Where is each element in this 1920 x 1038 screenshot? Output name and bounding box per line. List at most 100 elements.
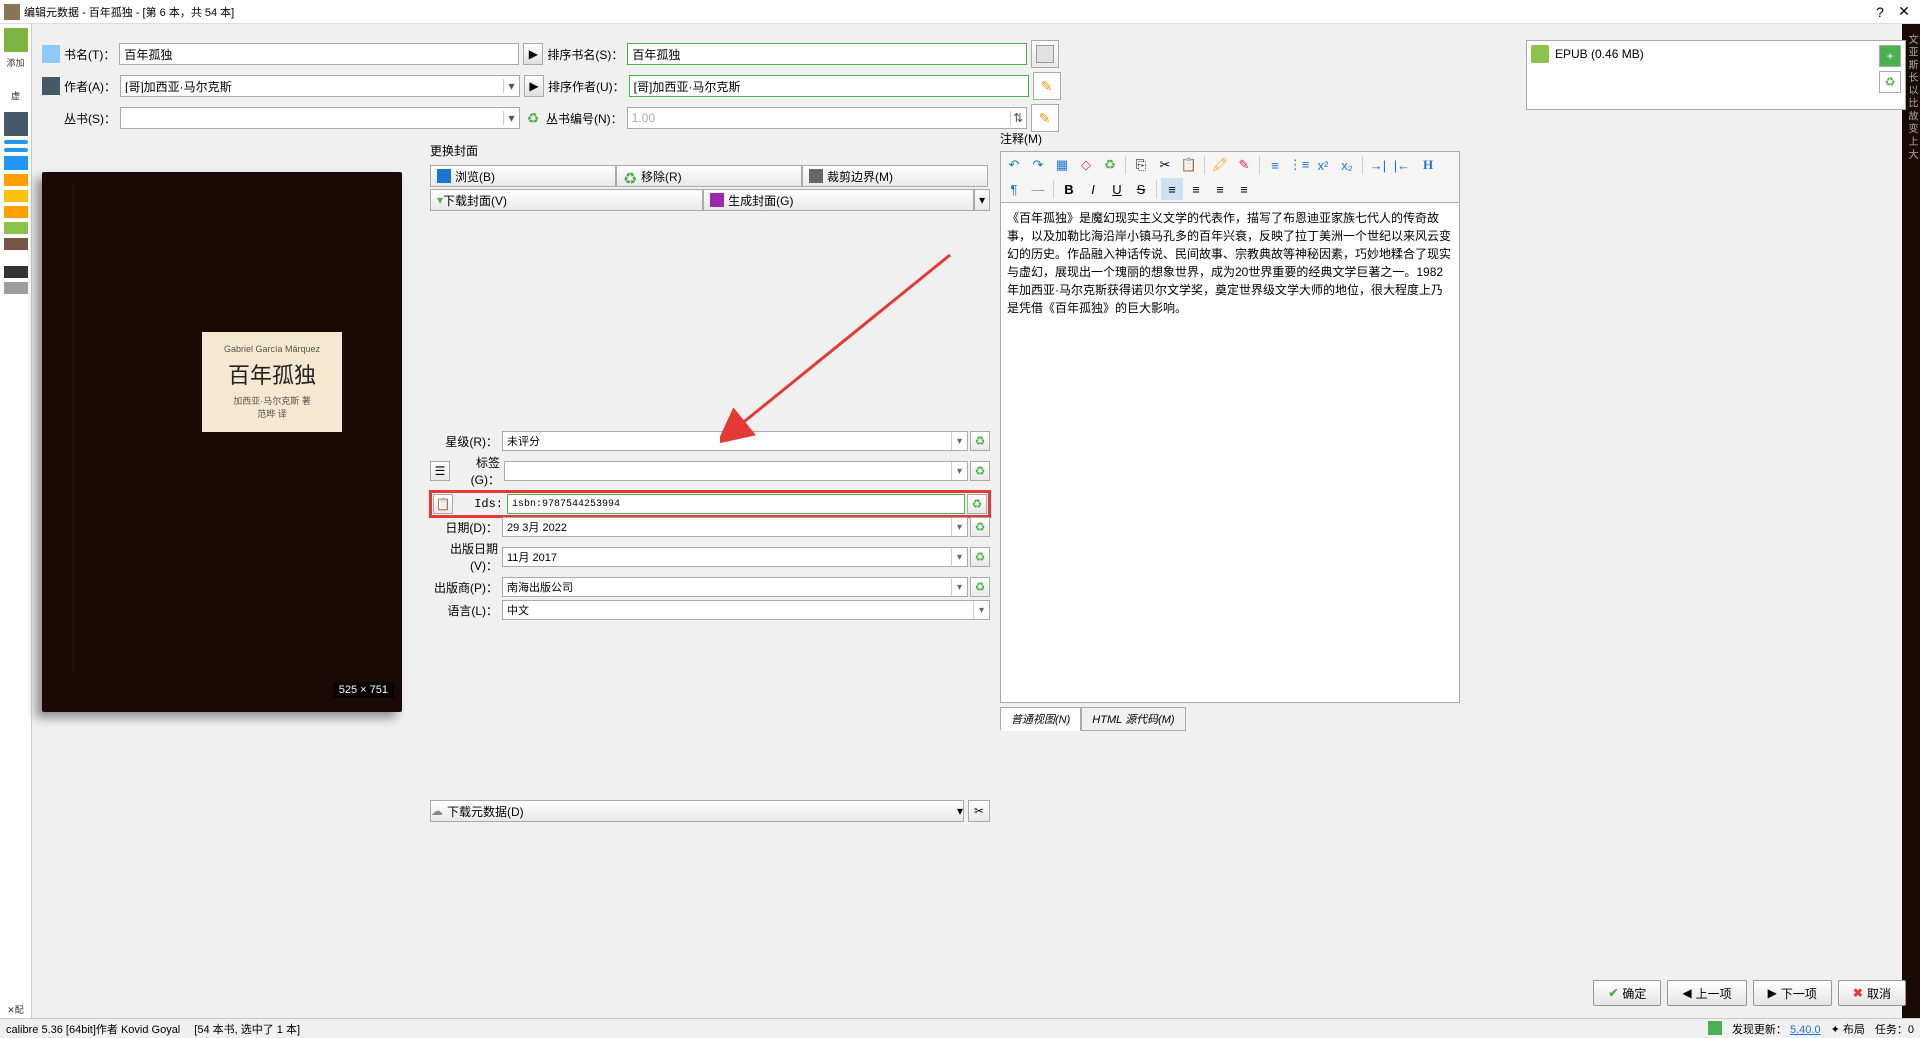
- sort-title-auto-button[interactable]: [1031, 40, 1059, 68]
- heading-icon[interactable]: H: [1417, 154, 1439, 176]
- rating-combo[interactable]: ▾: [502, 431, 968, 451]
- series-combo[interactable]: ▾: [120, 107, 520, 129]
- rating-clear[interactable]: ♻: [970, 431, 990, 451]
- bold-icon[interactable]: B: [1058, 178, 1080, 200]
- date-clear[interactable]: ♻: [970, 517, 990, 537]
- pubdate-combo[interactable]: ▾: [502, 547, 968, 567]
- download-config-button[interactable]: ✂: [968, 800, 990, 822]
- pubdate-dropdown[interactable]: ▾: [951, 548, 967, 566]
- ol-icon[interactable]: ≡: [1264, 154, 1286, 176]
- remove-format-button[interactable]: ♻: [1879, 71, 1901, 93]
- strike-icon[interactable]: S: [1130, 178, 1152, 200]
- series-dropdown[interactable]: ▾: [503, 111, 519, 125]
- sort-author-input[interactable]: [629, 75, 1029, 97]
- series-input[interactable]: [121, 111, 503, 125]
- language-combo[interactable]: ▾: [502, 600, 990, 620]
- remove-cover-button[interactable]: ♻移除(R): [616, 165, 802, 187]
- tags-clear[interactable]: ♻: [970, 461, 990, 481]
- author-dropdown[interactable]: ▾: [503, 79, 519, 93]
- paragraph-icon[interactable]: ¶: [1003, 178, 1025, 200]
- add-format-button[interactable]: +: [1879, 45, 1901, 67]
- author-swap-button[interactable]: ▶: [524, 75, 544, 97]
- publisher-icon[interactable]: [4, 174, 28, 186]
- author-edit-button[interactable]: [1033, 72, 1061, 100]
- rating-dropdown[interactable]: ▾: [951, 432, 967, 450]
- tags-dropdown[interactable]: ▾: [951, 462, 967, 480]
- gear-icon[interactable]: [4, 282, 28, 294]
- update-link[interactable]: 5.40.0: [1790, 1024, 1821, 1036]
- align-center-icon[interactable]: ≡: [1185, 178, 1207, 200]
- tags-edit-icon[interactable]: ☰: [430, 461, 450, 481]
- italic-icon[interactable]: I: [1082, 178, 1104, 200]
- cut-icon[interactable]: ✂: [1154, 154, 1176, 176]
- author-input[interactable]: [121, 79, 503, 93]
- status-layout[interactable]: ✦ 布局: [1831, 1021, 1865, 1037]
- add-book-icon[interactable]: [4, 28, 28, 52]
- lang-icon[interactable]: [4, 140, 28, 144]
- align-right-icon[interactable]: ≡: [1209, 178, 1231, 200]
- publisher-combo[interactable]: ▾: [502, 577, 968, 597]
- subscript-icon[interactable]: x₂: [1336, 154, 1358, 176]
- prev-button[interactable]: ◀上一项: [1667, 980, 1746, 1006]
- title-input[interactable]: [119, 43, 519, 65]
- download-metadata-button[interactable]: ☁ 下载元数据(D) ▾: [430, 800, 964, 822]
- series-icon[interactable]: [4, 148, 28, 152]
- date-combo[interactable]: ▾: [502, 517, 968, 537]
- series-num-input[interactable]: [628, 111, 1010, 125]
- align-justify-icon[interactable]: ≡: [1233, 178, 1255, 200]
- clear-icon[interactable]: ♻: [1099, 154, 1121, 176]
- pubdate-clear[interactable]: ♻: [970, 547, 990, 567]
- paste-icon[interactable]: 📋: [1178, 154, 1200, 176]
- id-icon[interactable]: [4, 238, 28, 250]
- hr-icon[interactable]: —: [1027, 178, 1049, 200]
- sort-title-input[interactable]: [627, 43, 1027, 65]
- author-icon[interactable]: [4, 112, 28, 136]
- ids-clear[interactable]: ♻: [967, 494, 987, 514]
- next-button[interactable]: ▶下一项: [1753, 980, 1832, 1006]
- notes-editor[interactable]: 《百年孤独》是魔幻现实主义文学的代表作，描写了布恩迪亚家族七代人的传奇故事，以及…: [1000, 203, 1460, 703]
- indent-icon[interactable]: →|: [1367, 154, 1389, 176]
- format-icon[interactable]: [4, 156, 28, 170]
- series-num-combo[interactable]: ⇅: [627, 107, 1027, 129]
- bgcolor-icon[interactable]: 🖍: [1209, 154, 1231, 176]
- align-left-icon[interactable]: ≡: [1161, 178, 1183, 200]
- series-clear-icon[interactable]: ♻: [524, 109, 542, 127]
- ids-input-wrap[interactable]: [507, 494, 965, 514]
- publisher-dropdown[interactable]: ▾: [951, 578, 967, 596]
- trim-cover-button[interactable]: 裁剪边界(M): [802, 165, 988, 187]
- author-combo[interactable]: ▾: [120, 75, 520, 97]
- ul-icon[interactable]: ⋮≡: [1288, 154, 1310, 176]
- status-jobs[interactable]: 任务：0: [1875, 1021, 1914, 1037]
- title-swap-button[interactable]: ▶: [523, 43, 543, 65]
- select-all-icon[interactable]: ▦: [1051, 154, 1073, 176]
- tab-normal-view[interactable]: 普通视图(N): [1000, 707, 1081, 731]
- remove-format-icon[interactable]: ◇: [1075, 154, 1097, 176]
- generate-cover-button[interactable]: 生成封面(G): [703, 189, 974, 211]
- redo-icon[interactable]: ↷: [1027, 154, 1049, 176]
- date-dropdown[interactable]: ▾: [951, 518, 967, 536]
- news-icon[interactable]: [4, 206, 28, 218]
- close-button[interactable]: ✕: [1892, 2, 1916, 22]
- superscript-icon[interactable]: x²: [1312, 154, 1334, 176]
- fgcolor-icon[interactable]: ✎: [1233, 154, 1255, 176]
- ok-button[interactable]: ✔确定: [1593, 980, 1661, 1006]
- copy-icon[interactable]: ⎘: [1130, 154, 1152, 176]
- download-cover-button[interactable]: ▾下载封面(V): [430, 189, 703, 211]
- underline-icon[interactable]: U: [1106, 178, 1128, 200]
- series-num-spinner[interactable]: ⇅: [1010, 111, 1026, 125]
- rating-icon[interactable]: [4, 190, 28, 202]
- ids-input[interactable]: [508, 495, 964, 513]
- generate-cover-dropdown[interactable]: ▾: [974, 189, 990, 211]
- cover-image[interactable]: Gabriel García Márquez 百年孤独 加西亚·马尔克斯 著 范…: [42, 172, 402, 712]
- tab-html-source[interactable]: HTML 源代码(M): [1081, 707, 1185, 731]
- undo-icon[interactable]: ↶: [1003, 154, 1025, 176]
- publisher-clear[interactable]: ♻: [970, 577, 990, 597]
- pencil-icon[interactable]: [4, 266, 28, 278]
- language-dropdown[interactable]: ▾: [973, 601, 989, 619]
- cancel-button[interactable]: ✖取消: [1838, 980, 1906, 1006]
- outdent-icon[interactable]: |←: [1391, 154, 1413, 176]
- help-button[interactable]: ?: [1868, 2, 1892, 22]
- browse-cover-button[interactable]: 浏览(B): [430, 165, 616, 187]
- tags-combo[interactable]: ▾: [504, 461, 968, 481]
- series-edit-button[interactable]: [1031, 104, 1059, 132]
